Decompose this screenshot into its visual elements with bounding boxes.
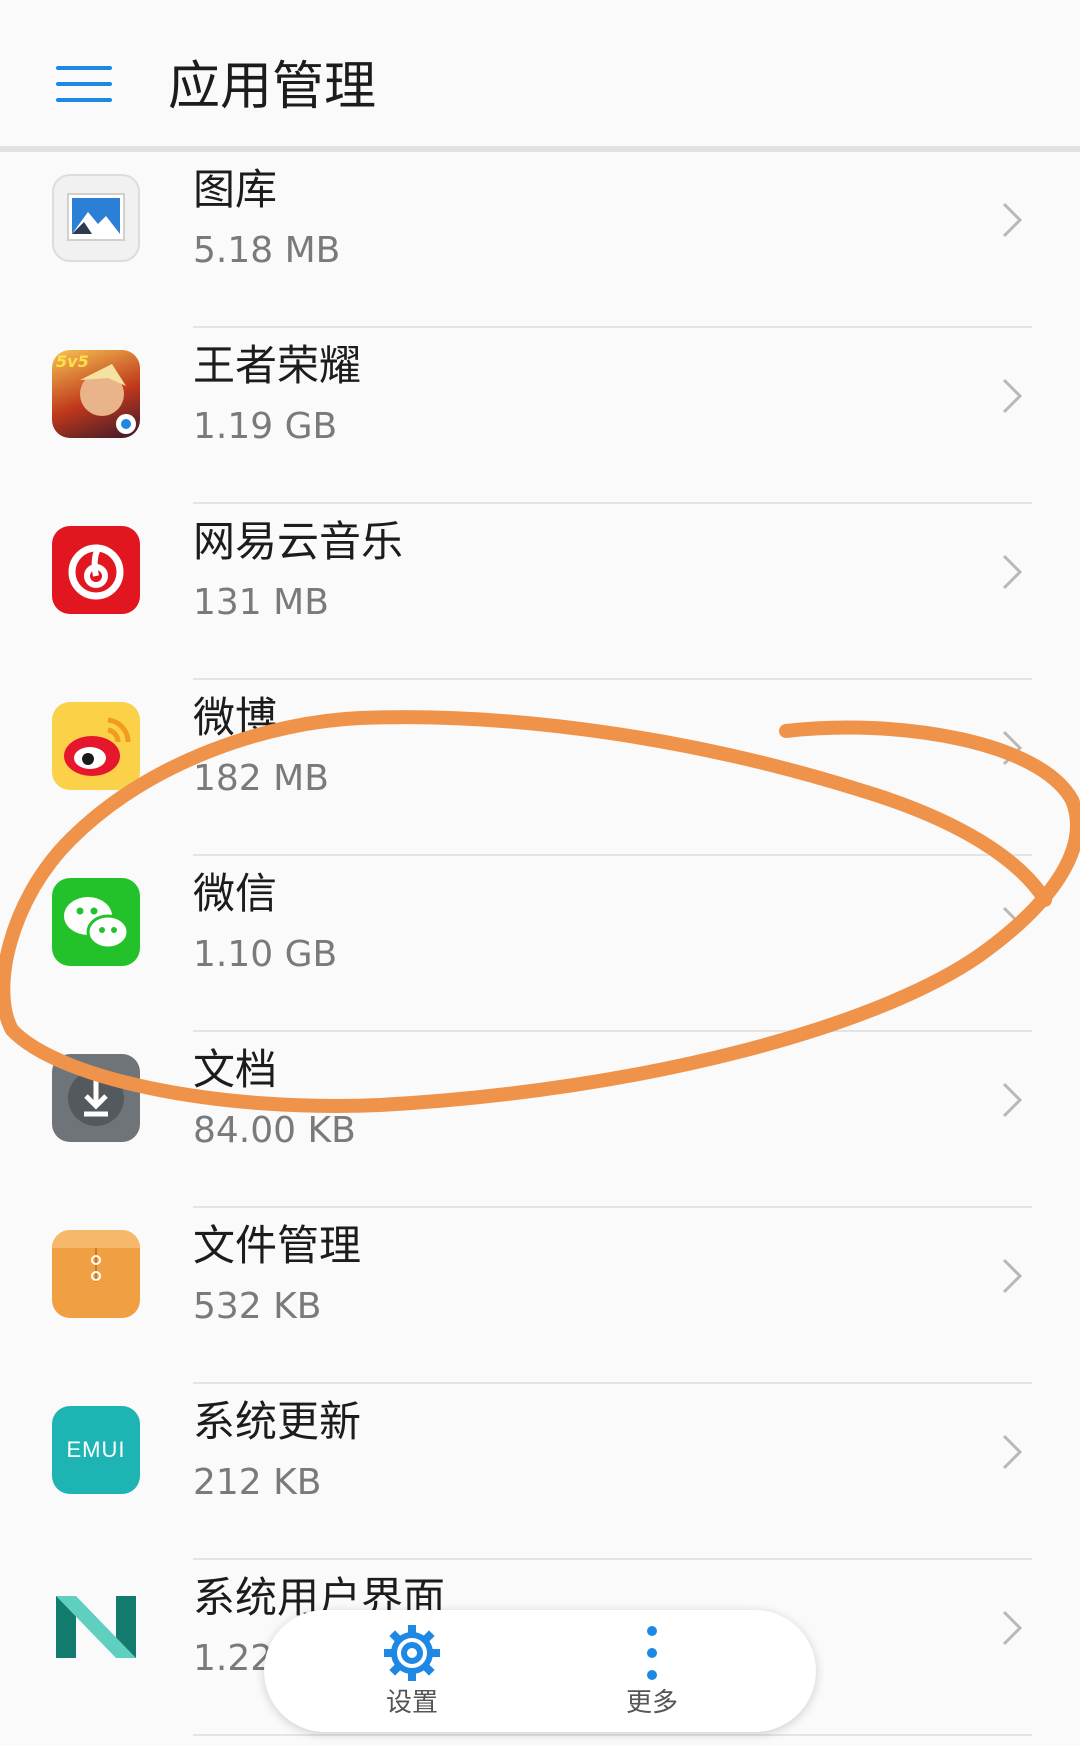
more-vertical-icon: [582, 1620, 722, 1686]
settings-label: 设置: [385, 1688, 438, 1718]
emui-logo-text: EMUI: [66, 1437, 126, 1462]
chevron-right-icon: [990, 552, 1030, 592]
app-size: 212 KB: [193, 1462, 322, 1503]
app-size: 1.10 GB: [193, 934, 338, 975]
chevron-right-icon: [990, 1080, 1030, 1120]
app-row-wechat[interactable]: 微信 1.10 GB: [0, 856, 1080, 1032]
app-size: 182 MB: [193, 758, 329, 799]
app-name: 图库: [193, 165, 278, 214]
chevron-right-icon: [990, 728, 1030, 768]
app-name: 系统更新: [193, 1397, 362, 1446]
app-row-gallery[interactable]: 图库 5.18 MB: [0, 152, 1080, 328]
weibo-icon: [52, 702, 140, 790]
app-row-file-manager[interactable]: 文件管理 532 KB: [0, 1208, 1080, 1384]
app-row-documents[interactable]: 文档 84.00 KB: [0, 1032, 1080, 1208]
app-size: 5.18 MB: [193, 230, 341, 271]
app-name: 网易云音乐: [193, 517, 404, 566]
honor-of-kings-icon: 5v5: [52, 350, 140, 438]
app-row-honor-of-kings[interactable]: 5v5 王者荣耀 1.19 GB: [0, 328, 1080, 504]
chevron-right-icon: [990, 1608, 1030, 1648]
app-name: 文件管理: [193, 1221, 362, 1270]
wechat-icon: [52, 878, 140, 966]
chevron-right-icon: [990, 376, 1030, 416]
app-list: 图库 5.18 MB 5v5 王者荣耀 1.19 GB 网易云音乐 131 MB…: [0, 152, 1080, 1736]
settings-button[interactable]: 设置: [342, 1620, 482, 1724]
chevron-right-icon: [990, 1432, 1030, 1472]
app-size: 131 MB: [193, 582, 329, 623]
chevron-right-icon: [990, 904, 1030, 944]
app-name: 文档: [193, 1045, 278, 1094]
divider: [193, 1734, 1032, 1736]
app-row-weibo[interactable]: 微博 182 MB: [0, 680, 1080, 856]
more-button[interactable]: 更多: [582, 1620, 722, 1724]
documents-icon: [52, 1054, 140, 1142]
app-size: 1.19 GB: [193, 406, 338, 447]
gallery-icon: [52, 174, 140, 262]
chevron-right-icon: [990, 1256, 1030, 1296]
page-title: 应用管理: [168, 57, 377, 117]
system-ui-icon: [52, 1582, 140, 1670]
netease-music-icon: [52, 526, 140, 614]
menu-icon[interactable]: [56, 62, 112, 104]
file-manager-icon: [52, 1230, 140, 1318]
app-bar: 应用管理: [0, 0, 1080, 152]
more-label: 更多: [625, 1688, 678, 1718]
system-update-icon: EMUI: [52, 1406, 140, 1494]
app-size: 84.00 KB: [193, 1110, 356, 1151]
bottom-action-bar: 设置 更多: [264, 1610, 816, 1732]
app-name: 微博: [193, 693, 278, 742]
app-size: 532 KB: [193, 1286, 322, 1327]
honor-of-kings-icon-text: 5v5: [56, 352, 89, 371]
app-name: 微信: [193, 869, 278, 918]
chevron-right-icon: [990, 200, 1030, 240]
gear-icon: [342, 1620, 482, 1686]
app-name: 王者荣耀: [193, 341, 362, 390]
app-row-netease-music[interactable]: 网易云音乐 131 MB: [0, 504, 1080, 680]
app-row-system-update[interactable]: EMUI 系统更新 212 KB: [0, 1384, 1080, 1560]
